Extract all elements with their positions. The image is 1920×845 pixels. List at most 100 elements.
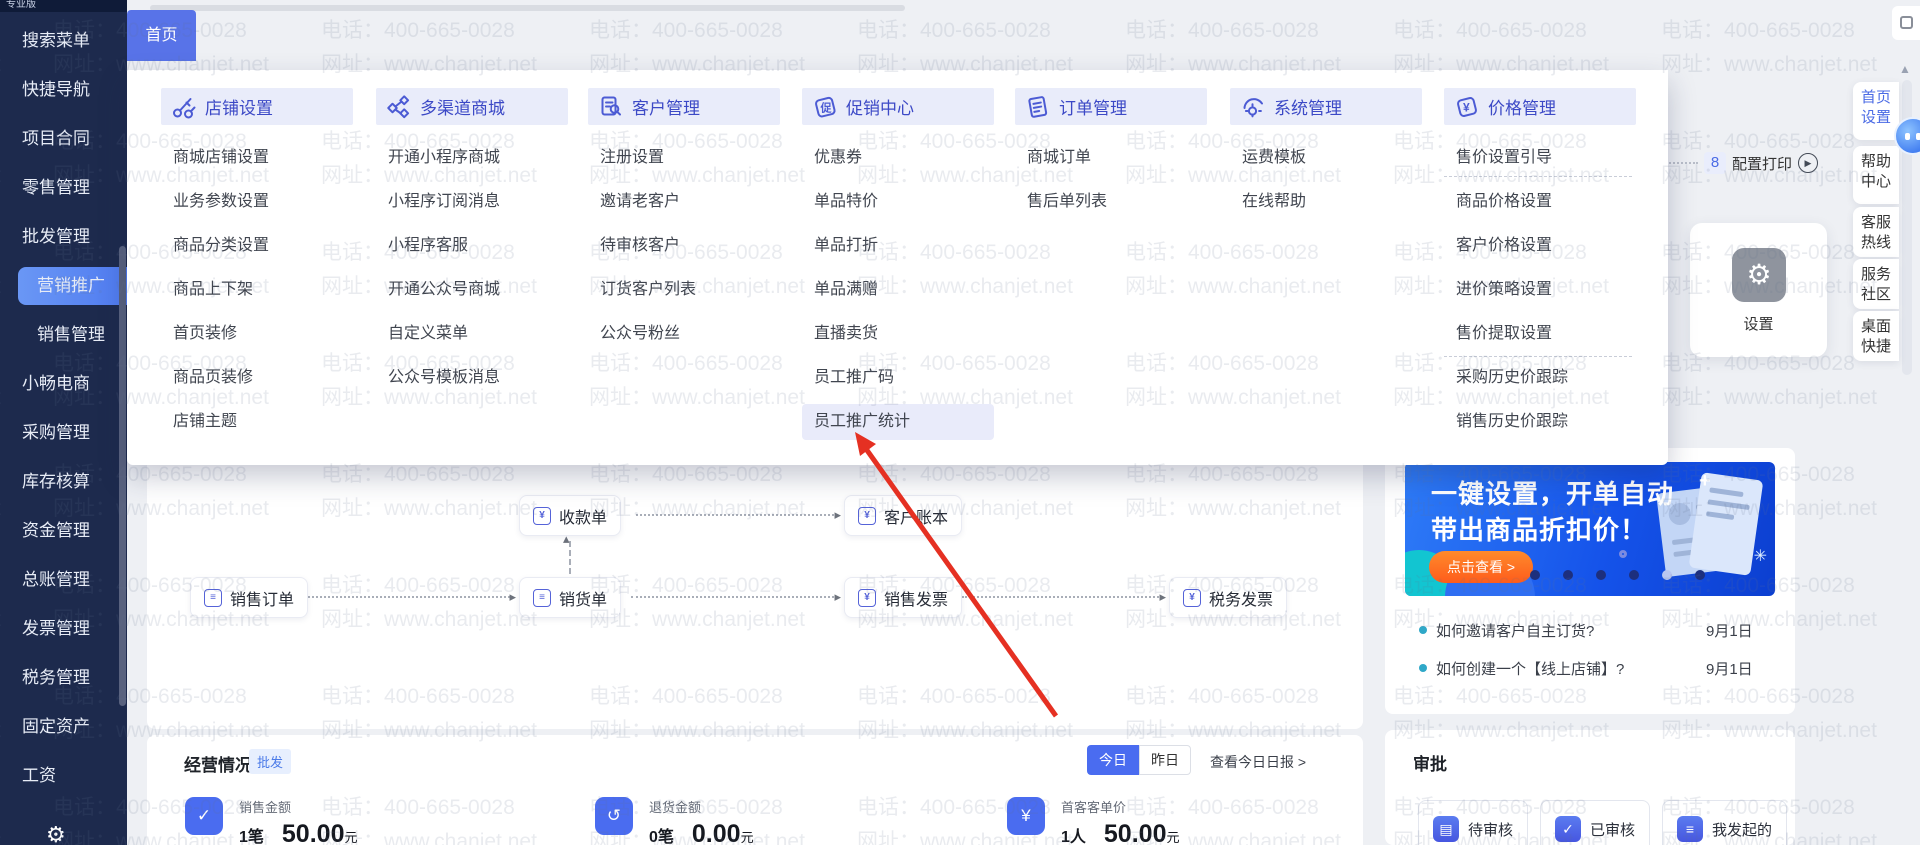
menu-item-商品上下架[interactable]: 商品上下架 — [161, 272, 353, 308]
menu-item-员工推广码[interactable]: 员工推广码 — [802, 360, 994, 396]
menu-item-进价策略设置[interactable]: 进价策略设置 — [1444, 272, 1636, 308]
flow-node-销售订单[interactable]: ≡ 销售订单 — [190, 577, 309, 618]
promo-banner[interactable]: 一键设置，开单自动 带出商品折扣价！ + ✳ 点击查看 > — [1405, 462, 1775, 596]
menu-item-运费模板[interactable]: 运费模板 — [1230, 140, 1422, 176]
menu-item-在线帮助[interactable]: 在线帮助 — [1230, 184, 1422, 220]
sidebar-item-4[interactable]: 零售管理 — [0, 169, 127, 207]
menu-item-单品满赠[interactable]: 单品满赠 — [802, 272, 994, 308]
sidebar-item-5[interactable]: 批发管理 — [0, 218, 127, 256]
menu-item-商城订单[interactable]: 商城订单 — [1015, 140, 1207, 176]
menu-item-业务参数设置[interactable]: 业务参数设置 — [161, 184, 353, 220]
sidebar-item-10[interactable]: 库存核算 — [0, 463, 127, 501]
menu-column-title: 价格管理 — [1488, 99, 1556, 118]
sidebar-item-1[interactable]: 搜索菜单 — [0, 22, 127, 60]
bullet-icon — [1419, 664, 1427, 672]
menu-item-开通小程序商城[interactable]: 开通小程序商城 — [376, 140, 568, 176]
play-circle-icon[interactable]: ▶ — [1798, 153, 1819, 173]
edge-tab-帮助中心[interactable]: 帮助中心 — [1853, 146, 1899, 204]
sidebar-scrollbar[interactable] — [119, 246, 126, 706]
today-button[interactable]: 今日 — [1087, 745, 1139, 775]
metric-icon: ✓ — [185, 797, 223, 835]
menu-item-订货客户列表[interactable]: 订货客户列表 — [588, 272, 780, 308]
metric-values: 0笔 0.00元 — [649, 820, 754, 845]
flow-node-收款单[interactable]: ¥ 收款单 — [519, 495, 622, 536]
edge-tab-桌面快捷[interactable]: 桌面快捷 — [1853, 311, 1899, 361]
sidebar-item-6[interactable]: 营销推广 — [18, 267, 127, 305]
menu-item-直播卖货[interactable]: 直播卖货 — [802, 316, 994, 352]
menu-item-待审核客户[interactable]: 待审核客户 — [588, 228, 780, 264]
metric-unit: 元 — [344, 830, 358, 845]
sidebar-edition-label: 专业版 — [0, 0, 127, 12]
sidebar-item-11[interactable]: 资金管理 — [0, 512, 127, 550]
yesterday-button[interactable]: 昨日 — [1139, 745, 1191, 775]
menu-item-首页装修[interactable]: 首页装修 — [161, 316, 353, 352]
menu-item-商品页装修[interactable]: 商品页装修 — [161, 360, 353, 396]
document-icon: ¥ — [858, 588, 876, 607]
banner-cta-button[interactable]: 点击查看 > — [1429, 551, 1533, 583]
banner-headline-line1: 一键设置，开单自动 — [1431, 479, 1675, 509]
menu-item-自定义菜单[interactable]: 自定义菜单 — [376, 316, 568, 352]
sidebar-item-3[interactable]: 项目合同 — [0, 120, 127, 158]
flow-node-税务发票[interactable]: ¥ 税务发票 — [1169, 577, 1288, 618]
daily-report-link[interactable]: 查看今日日报 > — [1210, 752, 1306, 772]
flow-node-销货单[interactable]: ≡ 销货单 — [519, 577, 622, 618]
menu-item-客户价格设置[interactable]: 客户价格设置 — [1444, 228, 1636, 264]
menu-item-小程序订阅消息[interactable]: 小程序订阅消息 — [376, 184, 568, 220]
metric-amount: 0.00 — [691, 820, 741, 845]
menu-item-商城店铺设置[interactable]: 商城店铺设置 — [161, 140, 353, 176]
menu-item-优惠券[interactable]: 优惠券 — [802, 140, 994, 176]
menu-item-单品打折[interactable]: 单品打折 — [802, 228, 994, 264]
metric-count: 0笔 — [649, 829, 674, 845]
sidebar-item-2[interactable]: 快捷导航 — [0, 71, 127, 109]
sidebar-item-14[interactable]: 税务管理 — [0, 659, 127, 697]
edge-tab-服务社区[interactable]: 服务社区 — [1853, 259, 1899, 309]
sidebar-item-15[interactable]: 固定资产 — [0, 708, 127, 746]
menu-item-售后单列表[interactable]: 售后单列表 — [1015, 184, 1207, 220]
edge-tab-label: 客服热线 — [1860, 214, 1891, 251]
menu-item-公众号模板消息[interactable]: 公众号模板消息 — [376, 360, 568, 396]
business-flow-card: ≡ 销售订单 ≡ 销货单 ¥ 销售发票 ¥ 税务发票 ¥ 收款单 ¥ 客户账本 ▸ ▸ ▸ ▸ ▴ — [147, 432, 1363, 729]
sidebar-item-16[interactable]: 工资 — [0, 757, 127, 795]
sidebar-item-12[interactable]: 总账管理 — [0, 561, 127, 599]
window-collapse-button[interactable] — [1892, 6, 1920, 40]
print-config-label[interactable]: 配置打印 — [1732, 153, 1792, 174]
menu-item-商品价格设置[interactable]: 商品价格设置 — [1444, 184, 1636, 220]
menu-item-注册设置[interactable]: 注册设置 — [588, 140, 780, 176]
flow-node-销售发票[interactable]: ¥ 销售发票 — [844, 577, 963, 618]
approval-button-已审核[interactable]: ✓ 已审核 — [1540, 800, 1651, 845]
menu-item-售价设置引导[interactable]: 售价设置引导 — [1444, 140, 1636, 176]
menu-item-员工推广统计[interactable]: 员工推广统计 — [802, 404, 994, 440]
menu-item-小程序客服[interactable]: 小程序客服 — [376, 228, 568, 264]
banner-dot — [1629, 570, 1639, 580]
tab-home[interactable]: 首页 — [127, 10, 196, 61]
approval-button-待审核[interactable]: ▤ 待审核 — [1418, 800, 1529, 845]
sidebar-item-7[interactable]: 销售管理 — [0, 316, 127, 354]
top-scroll-handle — [150, 5, 905, 11]
menu-item-售价提取设置[interactable]: 售价提取设置 — [1444, 316, 1636, 352]
flow-node-label: 客户账本 — [884, 509, 949, 527]
edge-tab-客服热线[interactable]: 客服热线 — [1853, 207, 1899, 257]
menu-item-邀请老客户[interactable]: 邀请老客户 — [588, 184, 780, 220]
sidebar-settings-gear-icon[interactable]: ⚙ — [46, 822, 66, 845]
news-item-1[interactable]: 如何邀请客户自主订货? 9月1日 — [1419, 618, 1779, 644]
menu-column-title: 订单管理 — [1059, 99, 1127, 118]
menu-item-公众号粉丝[interactable]: 公众号粉丝 — [588, 316, 780, 352]
menu-item-开通公众号商城[interactable]: 开通公众号商城 — [376, 272, 568, 308]
document-icon: ¥ — [1183, 588, 1201, 607]
settings-gear-icon[interactable]: ⚙ — [1732, 248, 1786, 302]
menu-item-采购历史价跟踪[interactable]: 采购历史价跟踪 — [1444, 360, 1636, 396]
menu-item-销售历史价跟踪[interactable]: 销售历史价跟踪 — [1444, 404, 1636, 440]
menu-column-header-3: 客户管理 — [588, 88, 780, 125]
menu-item-单品特价[interactable]: 单品特价 — [802, 184, 994, 220]
menu-separator — [1444, 356, 1632, 357]
menu-item-商品分类设置[interactable]: 商品分类设置 — [161, 228, 353, 264]
sidebar-item-9[interactable]: 采购管理 — [0, 414, 127, 452]
approval-button-我发起的[interactable]: ≡ 我发起的 — [1662, 800, 1788, 845]
sidebar-item-8[interactable]: 小畅电商 — [0, 365, 127, 403]
sidebar-item-13[interactable]: 发票管理 — [0, 610, 127, 648]
flow-node-客户账本[interactable]: ¥ 客户账本 — [844, 495, 963, 536]
news-item-2[interactable]: 如何创建一个【线上店铺】? 9月1日 — [1419, 656, 1779, 682]
edge-tab-首页设置[interactable]: 首页设置 — [1853, 82, 1899, 140]
menu-item-店铺主题[interactable]: 店铺主题 — [161, 404, 353, 440]
scroll-up-arrow-icon[interactable]: ▲ — [1899, 62, 1911, 76]
